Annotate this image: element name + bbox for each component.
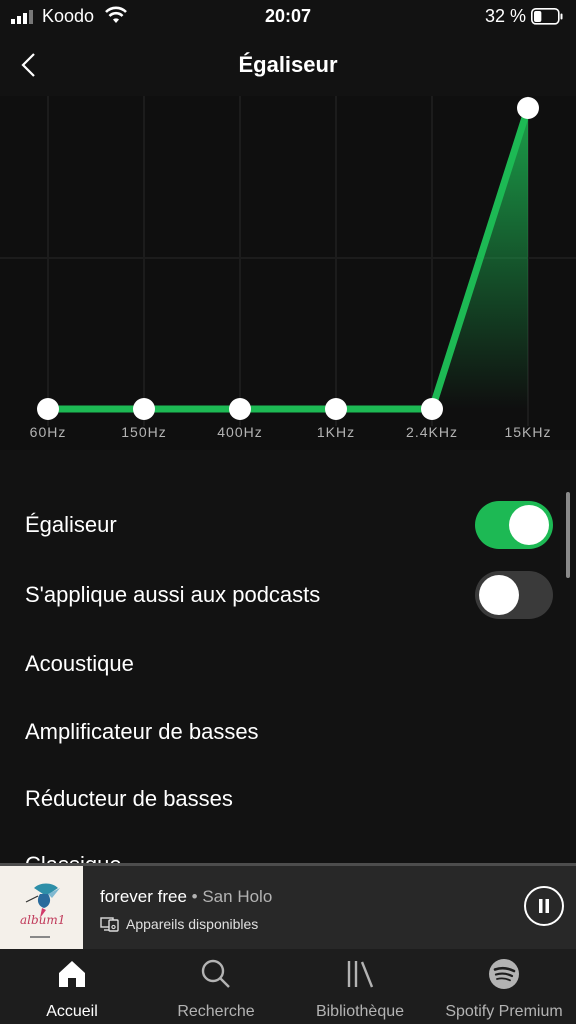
nav-home[interactable]: Accueil xyxy=(0,949,144,1024)
equalizer-chart xyxy=(0,96,576,426)
track-artist: San Holo xyxy=(202,887,273,906)
eq-band-handle[interactable] xyxy=(325,398,347,420)
row-label: S'applique aussi aux podcasts xyxy=(25,582,321,607)
nav-label: Accueil xyxy=(46,1003,98,1020)
eq-band-handle[interactable] xyxy=(229,398,251,420)
eq-band-handle[interactable] xyxy=(133,398,155,420)
preset-reducteur-basses[interactable]: Réducteur de basses xyxy=(0,771,576,827)
track-separator: • xyxy=(186,887,203,906)
album-wordmark: album1 xyxy=(20,913,65,927)
devices-button[interactable]: Appareils disponibles xyxy=(100,916,258,932)
row-label: Égaliseur xyxy=(25,512,117,537)
track-title: forever free xyxy=(100,887,187,906)
pause-icon xyxy=(539,899,549,913)
eq-band-handle[interactable] xyxy=(421,398,443,420)
frequency-label: 400Hz xyxy=(217,424,263,440)
header: Égaliseur xyxy=(0,34,576,96)
nav-library[interactable]: Bibliothèque xyxy=(288,949,432,1024)
nav-label: Bibliothèque xyxy=(315,1003,405,1020)
spotify-icon xyxy=(489,959,519,989)
podcasts-toggle[interactable] xyxy=(475,571,553,619)
toggle-knob xyxy=(509,505,549,545)
eq-band-handle[interactable] xyxy=(37,398,59,420)
nav-label: Spotify Premium xyxy=(445,1003,563,1020)
row-label: Amplificateur de basses xyxy=(25,719,259,744)
eq-band-handle[interactable] xyxy=(517,97,539,119)
search-icon xyxy=(201,959,230,988)
nav-search[interactable]: Recherche xyxy=(144,949,288,1024)
scrollbar[interactable] xyxy=(566,492,570,578)
row-label: Acoustique xyxy=(25,651,134,676)
home-icon xyxy=(59,961,85,987)
toggle-knob xyxy=(479,575,519,615)
nav-label: Recherche xyxy=(177,1003,255,1020)
now-playing-bar[interactable]: album1 forever free • San Holo Appareils… xyxy=(0,863,576,949)
podcasts-toggle-row[interactable]: S'applique aussi aux podcasts xyxy=(0,567,576,623)
row-label: Réducteur de basses xyxy=(25,786,233,811)
equalizer-graph[interactable] xyxy=(0,96,576,450)
equalizer-toggle[interactable] xyxy=(475,501,553,549)
battery-icon xyxy=(531,8,563,25)
preset-amplificateur-basses[interactable]: Amplificateur de basses xyxy=(0,704,576,760)
bottom-nav: Accueil Recherche Bibliothèque Spotify P… xyxy=(0,949,576,1024)
pause-button[interactable] xyxy=(524,886,564,926)
album-art[interactable]: album1 xyxy=(0,866,83,949)
preset-acoustique[interactable]: Acoustique xyxy=(0,636,576,692)
devices-label: Appareils disponibles xyxy=(126,916,259,932)
page-title: Égaliseur xyxy=(238,52,338,77)
frequency-label: 150Hz xyxy=(121,424,167,440)
nav-premium[interactable]: Spotify Premium xyxy=(432,949,576,1024)
hummingbird-artwork: album1 xyxy=(0,866,83,949)
track-info[interactable]: forever free • San Holo xyxy=(100,887,272,907)
status-bar: Koodo 20:07 32 % xyxy=(0,0,576,34)
frequency-label: 2.4KHz xyxy=(406,424,458,440)
frequency-label: 1KHz xyxy=(316,424,356,440)
battery-percent: 32 % xyxy=(484,6,526,26)
frequency-label: 60Hz xyxy=(29,424,67,440)
equalizer-toggle-row[interactable]: Égaliseur xyxy=(0,497,576,553)
frequency-labels: 60Hz 150Hz 400Hz 1KHz 2.4KHz 15KHz xyxy=(0,424,576,444)
devices-icon xyxy=(100,917,119,932)
frequency-label: 15KHz xyxy=(504,424,552,440)
library-icon xyxy=(347,961,374,988)
